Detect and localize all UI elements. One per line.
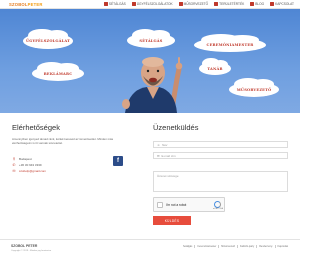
- service-icon: [131, 2, 136, 6]
- nav-item-service[interactable]: ÜGYFÉLSZOLGÁLATOK: [131, 2, 173, 6]
- main-nav: SÉTÁLGÁS ÜGYFÉLSZOLGÁLATOK MŰSORVEZETŐ T…: [103, 2, 294, 6]
- site-logo[interactable]: SZOBOLPETER: [9, 1, 43, 8]
- captcha-checkbox[interactable]: [157, 201, 163, 208]
- name-field[interactable]: ☺ Név: [153, 141, 288, 148]
- nav-item-host[interactable]: MŰSORVEZETŐ: [178, 2, 208, 6]
- recaptcha-widget: I'm not a robot reCAPTCHA: [153, 197, 225, 212]
- phone-row[interactable]: ✆ +36 30 943 3339: [12, 163, 42, 167]
- walk-icon: [103, 2, 108, 6]
- cloud-customer-service: ÜGYFÉLSZOLGÁLAT: [23, 28, 73, 49]
- recaptcha-logo-icon: [214, 201, 221, 208]
- contact-description: Amennyiben igényed támad ránk, kérlek ke…: [12, 137, 114, 146]
- presenter-photo: [122, 57, 183, 113]
- footer-links: Sétálgás Ceremóniamester Műsorvezető Kat…: [181, 245, 290, 248]
- user-icon: ☺: [157, 142, 161, 147]
- city-row: ⚲ Budapest: [12, 157, 32, 161]
- nav-item-contact[interactable]: KAPCSOLAT: [270, 2, 294, 6]
- phone-icon: ✆: [12, 163, 16, 167]
- nav-item-setalgas[interactable]: SÉTÁLGÁS: [103, 2, 126, 6]
- footer-link[interactable]: Rendezvény: [256, 245, 274, 248]
- footer-link[interactable]: Ceremóniamester: [194, 245, 218, 248]
- top-navbar: SZOBOLPETER SÉTÁLGÁS ÜGYFÉLSZOLGÁLATOK M…: [0, 0, 300, 9]
- envelope-icon: ✉: [157, 153, 160, 158]
- cloud-teacher: TANÁR: [199, 58, 231, 75]
- cloud-host: MŰSORVEZETŐ: [229, 77, 279, 97]
- message-textarea[interactable]: Üzenet szövege: [153, 171, 288, 192]
- footer-link[interactable]: Sétálgás: [181, 245, 194, 248]
- blog-icon: [250, 2, 255, 6]
- logo-text: SZOBOLPETER: [9, 2, 43, 7]
- cloud-ad-face: REKLÁMARC: [32, 61, 84, 81]
- footer: SZOBOL PETER Copyright © 2019 - Minden j…: [0, 239, 300, 259]
- facebook-button[interactable]: f: [113, 156, 123, 166]
- location-pin-icon: ⚲: [12, 157, 16, 161]
- email-field[interactable]: ✉ E-mail cím: [153, 152, 288, 159]
- facebook-icon: f: [117, 158, 119, 164]
- submit-button[interactable]: KÜLDÉS: [153, 216, 191, 225]
- mic-icon: [178, 2, 183, 6]
- cloud-walk: SÉTÁLGÁS: [127, 28, 175, 48]
- contact-icon: [270, 2, 275, 6]
- nav-item-blog[interactable]: BLOG: [250, 2, 264, 6]
- footer-copyright: Copyright © 2019 - Minden jog fenntartva: [11, 250, 52, 252]
- form-title: Üzenetküldés: [153, 123, 199, 132]
- footer-logo[interactable]: SZOBOL PETER: [11, 244, 37, 248]
- nav-item-area[interactable]: TERÜLETÉRTÉK: [214, 2, 244, 6]
- email-row[interactable]: ✉ szobolp@gmail.com: [12, 169, 47, 173]
- contact-title: Elérhetőségek: [12, 123, 60, 132]
- hero-banner: ÜGYFÉLSZOLGÁLAT SÉTÁLGÁS CEREMÓNIAMESTER…: [0, 9, 300, 113]
- footer-link[interactable]: Kapcsolat: [274, 245, 291, 248]
- footer-link[interactable]: Kattinfo-party: [236, 245, 256, 248]
- area-icon: [214, 2, 219, 6]
- mail-icon: ✉: [12, 169, 16, 173]
- footer-link[interactable]: Műsorvezető: [218, 245, 237, 248]
- cloud-ceremony-master: CEREMÓNIAMESTER: [194, 34, 266, 52]
